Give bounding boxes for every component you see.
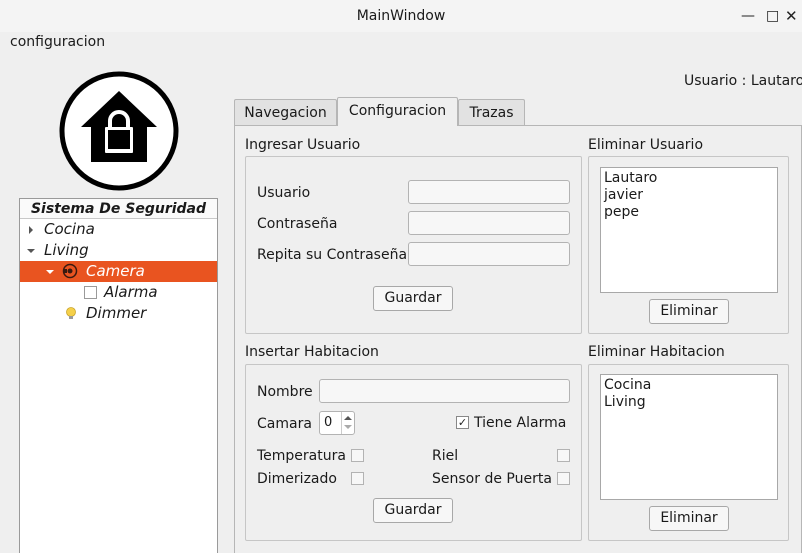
tree-item-dimmer[interactable]: Dimmer (20, 303, 217, 324)
spin-up-icon[interactable] (344, 416, 352, 420)
device-tree[interactable]: Sistema De Seguridad Cocina Living Camer… (19, 198, 218, 553)
eliminar-usuario-title: Eliminar Usuario (588, 137, 704, 153)
sensor-puerta-label: Sensor de Puerta (432, 471, 552, 487)
riel-label: Riel (432, 448, 459, 464)
expand-arrow-icon[interactable] (29, 226, 33, 234)
camara-spinbox[interactable]: 0 (319, 411, 355, 435)
camara-label: Camara (257, 416, 312, 432)
guardar-habitacion-button[interactable]: Guardar (373, 498, 453, 523)
list-item[interactable]: Living (604, 394, 774, 411)
eliminar-usuario-button[interactable]: Eliminar (649, 299, 729, 324)
tree-item-label: Camera (86, 262, 145, 280)
spin-buttons (341, 412, 354, 434)
temperatura-checkbox[interactable] (351, 449, 364, 462)
spin-down-icon[interactable] (344, 425, 352, 429)
tree-item-cocina[interactable]: Cocina (20, 219, 217, 240)
collapse-arrow-icon[interactable] (27, 249, 35, 253)
tree-item-camera[interactable]: Camera (20, 261, 217, 282)
current-user-label: Usuario : Lautaro (684, 73, 802, 89)
eliminar-habitacion-title: Eliminar Habitacion (588, 344, 725, 360)
lightbulb-icon (66, 307, 76, 319)
usuario-label: Usuario (257, 185, 311, 201)
maximize-icon[interactable]: □ (766, 7, 779, 25)
temperatura-label: Temperatura (257, 448, 346, 464)
title-bar: MainWindow — □ ✕ (0, 0, 802, 32)
contrasena-input[interactable] (408, 211, 570, 235)
sensor-puerta-checkbox[interactable] (557, 472, 570, 485)
menu-bar: configuracion (0, 32, 802, 54)
minimize-icon[interactable]: — (741, 7, 755, 25)
camara-value: 0 (324, 415, 333, 430)
tab-navegacion[interactable]: Navegacion (234, 99, 337, 125)
tab-configuracion[interactable]: Configuracion (337, 97, 458, 126)
list-item[interactable]: pepe (604, 204, 774, 221)
nombre-label: Nombre (257, 384, 313, 400)
tree-item-label: Cocina (44, 220, 95, 238)
tree-item-alarma[interactable]: Alarma (20, 282, 217, 303)
tree-item-label: Living (44, 241, 89, 259)
tree-item-living[interactable]: Living (20, 240, 217, 261)
list-item[interactable]: javier (604, 187, 774, 204)
alarma-checkbox[interactable] (84, 286, 97, 299)
user-list[interactable]: Lautaro javier pepe (600, 167, 778, 293)
tiene-alarma-checkbox[interactable]: ✓ (456, 416, 469, 429)
insertar-habitacion-title: Insertar Habitacion (245, 344, 379, 360)
riel-checkbox[interactable] (557, 449, 570, 462)
eliminar-habitacion-button[interactable]: Eliminar (649, 506, 729, 531)
dimerizado-label: Dimerizado (257, 471, 337, 487)
list-item[interactable]: Cocina (604, 377, 774, 394)
tree-item-label: Dimmer (86, 304, 147, 322)
room-list[interactable]: Cocina Living (600, 374, 778, 500)
repita-contrasena-label: Repita su Contraseña (257, 247, 408, 263)
tree-header: Sistema De Seguridad (20, 199, 217, 219)
nombre-input[interactable] (319, 379, 570, 403)
ingresar-usuario-title: Ingresar Usuario (245, 137, 361, 153)
menu-configuracion[interactable]: configuracion (10, 34, 105, 50)
tree-item-label: Alarma (104, 283, 158, 301)
repita-contrasena-input[interactable] (408, 242, 570, 266)
camera-icon (62, 263, 78, 279)
collapse-arrow-icon[interactable] (46, 270, 54, 274)
window-title: MainWindow (356, 8, 446, 24)
guardar-usuario-button[interactable]: Guardar (373, 286, 453, 311)
house-lock-logo-icon (59, 71, 179, 191)
tiene-alarma-label: Tiene Alarma (474, 415, 567, 431)
tab-trazas[interactable]: Trazas (458, 99, 525, 125)
close-icon[interactable]: ✕ (785, 7, 798, 25)
list-item[interactable]: Lautaro (604, 170, 774, 187)
dimerizado-checkbox[interactable] (351, 472, 364, 485)
contrasena-label: Contraseña (257, 216, 338, 232)
usuario-input[interactable] (408, 180, 570, 204)
